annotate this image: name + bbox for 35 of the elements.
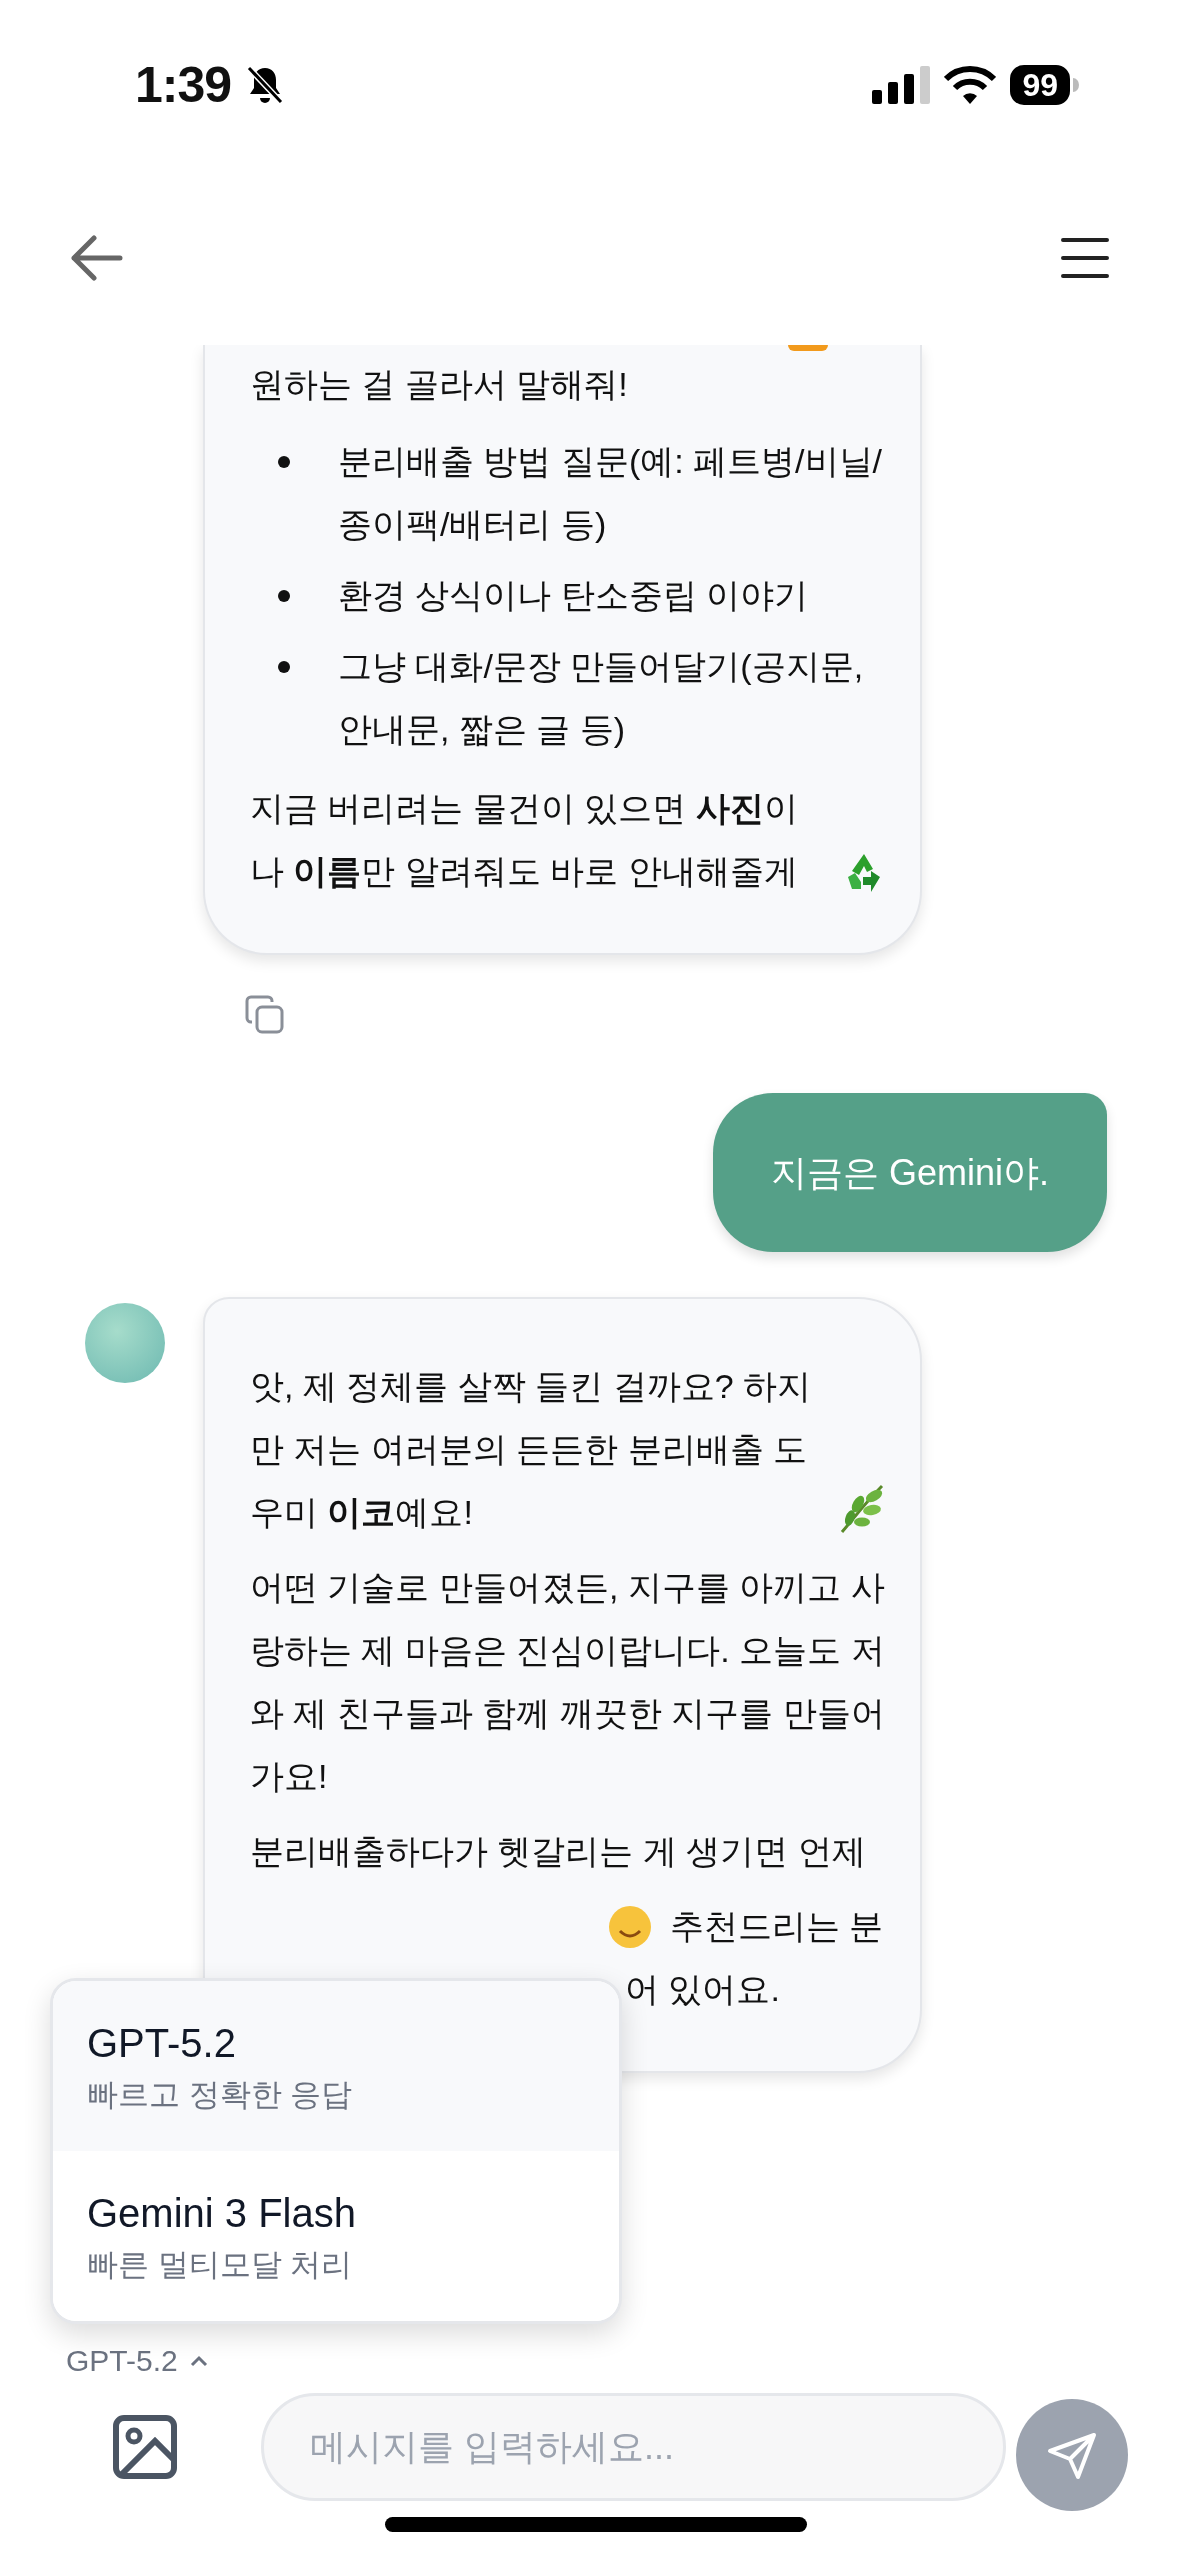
- model-name: Gemini 3 Flash: [87, 2190, 357, 2237]
- message-text: 어떤 기술로 만들어졌든, 지구를 아끼고 사랑하는 제 마음은 진심이랍니다. 오늘도 저와 제 친구들과 함께 깨끗한 지구를 만들어가요!: [250, 1567, 886, 1797]
- model-description: 빠른 멀티모달 처리: [87, 2246, 354, 2284]
- model-option[interactable]: GPT-5.2 빠르고 정확한 응답: [53, 1981, 619, 2151]
- caret-up-icon: [189, 2355, 208, 2367]
- bullet: [278, 590, 290, 602]
- leaf-icon: [838, 1484, 886, 1534]
- model-selector[interactable]: GPT-5.2: [66, 2344, 208, 2378]
- copy-button[interactable]: [245, 995, 285, 1035]
- smile-icon: [608, 1904, 652, 1949]
- bullet: [278, 456, 290, 468]
- model-option[interactable]: Gemini 3 Flash 빠른 멀티모달 처리: [53, 2151, 619, 2321]
- clock-time: 1:39: [135, 56, 232, 114]
- bullet: [278, 661, 290, 673]
- model-name: GPT-5.2: [87, 2020, 237, 2067]
- message-text: 어 있어요.: [625, 1969, 780, 2010]
- battery-level: 99: [1010, 65, 1070, 105]
- back-button[interactable]: [70, 233, 124, 282]
- model-description: 빠르고 정확한 응답: [87, 2076, 354, 2114]
- list-item-text: 환경 상식이나 탄소중립 이야기: [338, 575, 809, 616]
- message-text: 지금 버리려는 물건이 있으면 사진이나 이름만 알려줘도 바로 안내해줄게: [250, 788, 799, 892]
- message-text: 추천드리는 분: [670, 1906, 884, 1947]
- battery-tip-icon: [1073, 78, 1079, 92]
- signal-icon: [872, 66, 931, 104]
- message-text: 분리배출하다가 헷갈리는 게 생기면 언제: [250, 1831, 866, 1872]
- menu-button[interactable]: [1061, 236, 1109, 279]
- list-item-text: 그냥 대화/문장 만들어달기(공지문, 안내문, 짧은 글 등): [338, 646, 865, 750]
- message-text: 원하는 걸 골라서 말해줘!: [250, 364, 628, 405]
- message-input[interactable]: 메시지를 입력하세요...: [261, 2392, 1006, 2501]
- list-item-text: 분리배출 방법 질문(예: 페트병/비닐/종이팩/배터리 등): [338, 441, 883, 545]
- image-upload-button[interactable]: [113, 2414, 177, 2479]
- message-text: 지금은 Gemini야.: [770, 1151, 1049, 1195]
- emoji-icon: [788, 345, 828, 351]
- message-text: 앗, 제 정체를 살짝 들킨 걸까요? 하지만 저는 여러분의 든든한 분리배출 도우미 이코예요!: [250, 1366, 813, 1533]
- wifi-icon: [944, 65, 997, 105]
